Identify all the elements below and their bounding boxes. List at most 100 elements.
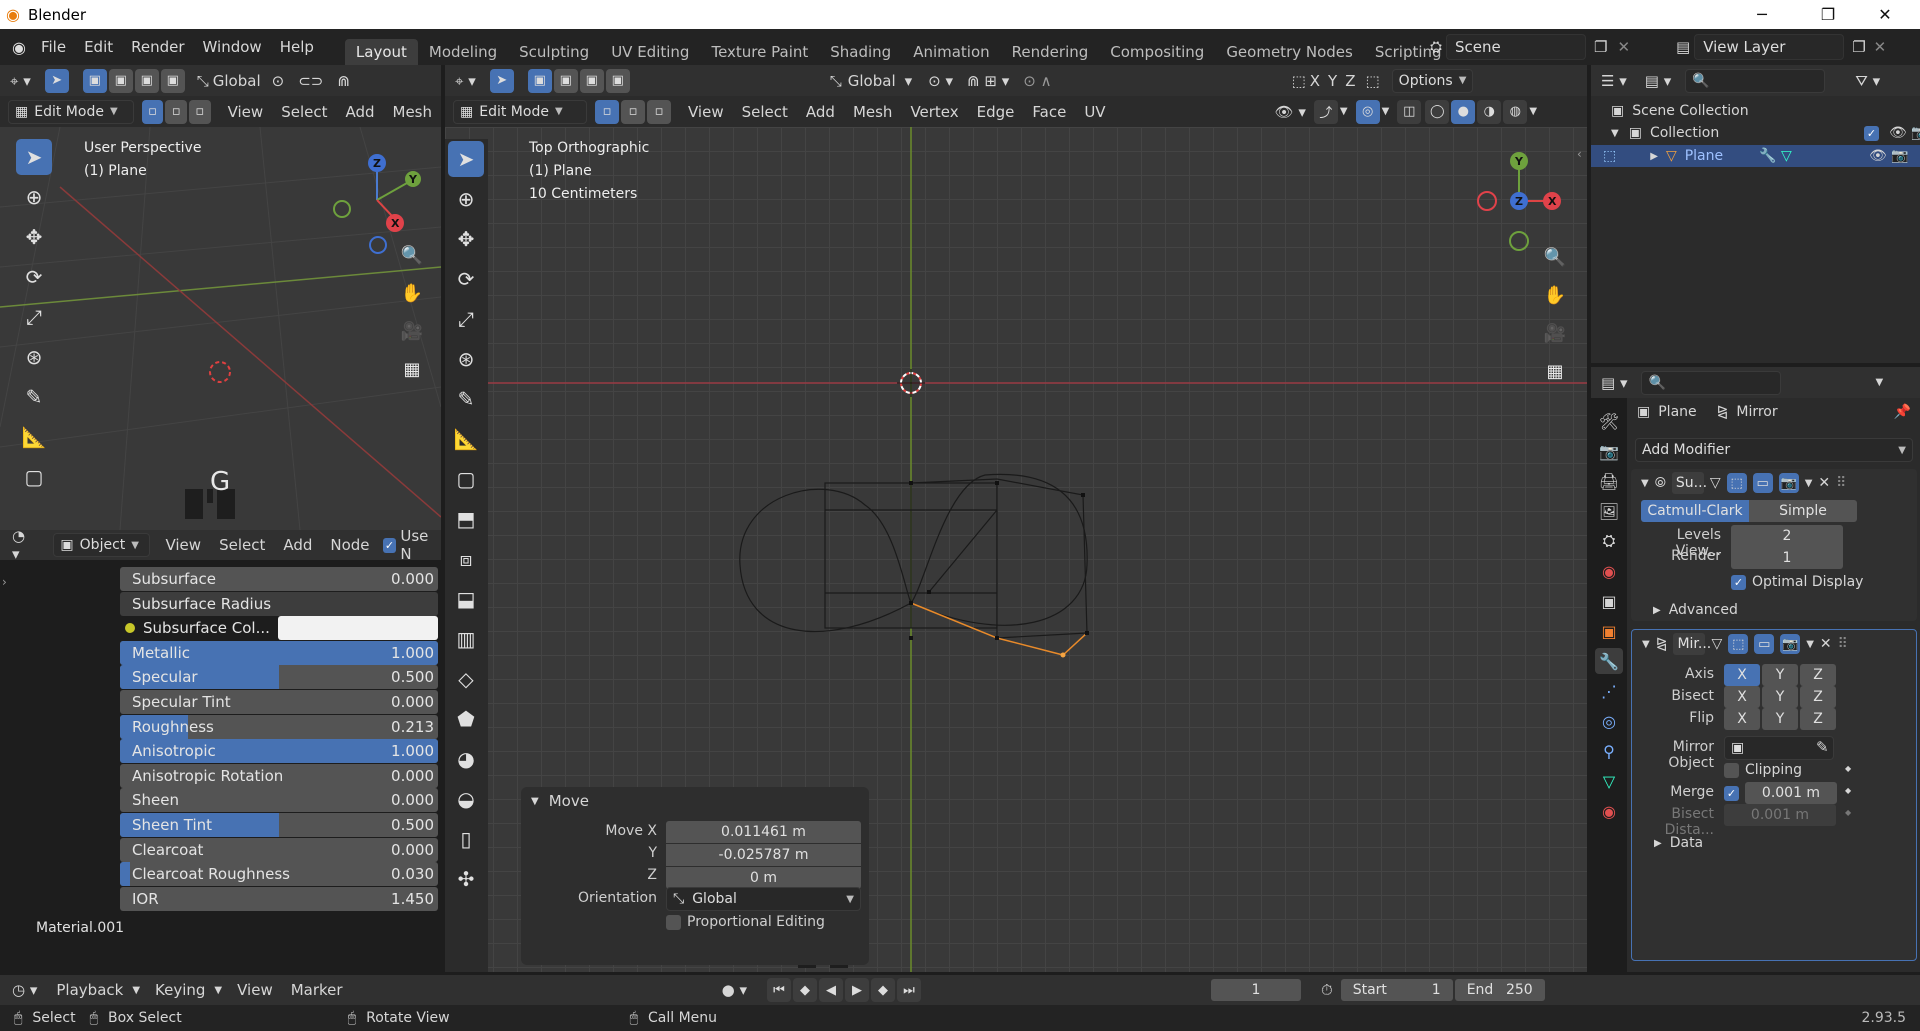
subsurf-render-icon[interactable]: 📷 bbox=[1778, 473, 1799, 493]
left-tool-scale[interactable]: ⤢ bbox=[16, 299, 52, 335]
mirror-menu-icon[interactable]: ▼ bbox=[1806, 639, 1814, 650]
left-grid-icon[interactable]: ▦ bbox=[396, 353, 428, 385]
move-z-field[interactable]: 0 m bbox=[666, 867, 861, 889]
flip-z-button[interactable]: Z bbox=[1800, 708, 1836, 730]
use-nodes-checkbox[interactable]: ✓ bbox=[382, 537, 397, 553]
tool-inset[interactable]: ⧈ bbox=[448, 541, 484, 577]
collection-row[interactable]: ▼ ▣ Collection ✓ 👁 📷 bbox=[1611, 122, 1920, 144]
properties-type-icon[interactable]: ▤ ▾ bbox=[1601, 374, 1627, 392]
left-tool-move[interactable]: ✥ bbox=[16, 219, 52, 255]
clipping-checkbox[interactable] bbox=[1724, 762, 1739, 778]
modifier-tab-icon[interactable]: 🔧 bbox=[1595, 648, 1623, 674]
main-grid-toggle-icon[interactable]: ▦ bbox=[1539, 355, 1571, 387]
mirror-viewport-icon[interactable]: ▭ bbox=[1754, 634, 1775, 654]
node-input-subsurface[interactable]: Subsurface 0.000 bbox=[120, 567, 438, 591]
left-3d-viewport[interactable]: ⌖ ▾ ➤ ▣ ▣ ▣ ▣ ⤡ Global ⊙ ⊂⊃ ⋒ ▦ Edit Mod… bbox=[0, 65, 441, 530]
tool-shrink-fatten[interactable]: ✣ bbox=[448, 861, 484, 897]
left-tool-annotate[interactable]: ✎ bbox=[16, 379, 52, 415]
viewlayer-field[interactable]: View Layer bbox=[1694, 34, 1845, 60]
tab-uv-editing[interactable]: UV Editing bbox=[600, 39, 700, 65]
subsurf-collapse-icon[interactable]: ▼ bbox=[1641, 478, 1649, 489]
move-y-field[interactable]: -0.025787 m bbox=[666, 844, 861, 866]
flip-x-button[interactable]: X bbox=[1724, 708, 1760, 730]
left-tool-transform[interactable]: ⊛ bbox=[16, 339, 52, 375]
main-zoom-icon[interactable]: 🔍 bbox=[1539, 241, 1571, 273]
close-button[interactable]: ✕ bbox=[1862, 0, 1908, 29]
left-tool-select[interactable]: ➤ bbox=[16, 139, 52, 175]
collection-render-icon[interactable]: 📷 bbox=[1911, 125, 1920, 141]
tab-rendering[interactable]: Rendering bbox=[1001, 39, 1100, 65]
node-menu-add[interactable]: Add bbox=[274, 536, 321, 554]
play-icon[interactable]: ▶ bbox=[844, 978, 869, 1002]
subsurf-header[interactable]: ▼ ⦾ Su... ▽ ⬚ ▭ 📷 ▼ ✕ ⠿ bbox=[1631, 469, 1917, 497]
timeline-menu-keying[interactable]: Keying bbox=[146, 981, 214, 999]
merge-distance-field[interactable]: 0.001 m bbox=[1745, 782, 1837, 804]
world-tab-icon[interactable]: ◉ bbox=[1595, 558, 1623, 584]
subsurf-editmode-icon[interactable]: ⬚ bbox=[1726, 473, 1747, 493]
input-socket[interactable] bbox=[125, 623, 135, 634]
playback-dropdown-icon[interactable]: ▼ bbox=[132, 985, 140, 996]
tool-loop-cut[interactable]: ▥ bbox=[448, 621, 484, 657]
node-input-anisotropic[interactable]: Anisotropic 1.000 bbox=[120, 739, 438, 764]
properties-options-icon[interactable]: ▼ bbox=[1875, 377, 1883, 388]
left-mode-dropdown[interactable]: ▦ Edit Mode ▼ bbox=[8, 99, 134, 124]
bisect-x-button[interactable]: X bbox=[1724, 686, 1760, 708]
tool-select-box[interactable]: ➤ bbox=[448, 141, 484, 177]
main-sidebar-arrow[interactable]: ‹ bbox=[1577, 147, 1582, 161]
record-icon[interactable]: ● ▾ bbox=[722, 981, 747, 999]
levels-viewport-field[interactable]: 2 bbox=[1731, 525, 1843, 547]
tab-animation[interactable]: Animation bbox=[902, 39, 1000, 65]
face-select-icon[interactable]: ▫ bbox=[188, 99, 211, 124]
mirror-editmode-cage-icon[interactable]: ▽ bbox=[1711, 636, 1722, 652]
timeline-menu-view[interactable]: View bbox=[228, 981, 282, 999]
tab-compositing[interactable]: Compositing bbox=[1099, 39, 1215, 65]
tab-texture-paint[interactable]: Texture Paint bbox=[700, 39, 819, 65]
node-input-metallic[interactable]: Metallic 1.000 bbox=[120, 640, 438, 665]
collection-expand-icon[interactable]: ▼ bbox=[1611, 128, 1619, 139]
select-intersect-icon[interactable]: ▣ bbox=[160, 68, 185, 93]
maximize-button[interactable]: ❐ bbox=[1805, 0, 1851, 29]
material-tab-icon[interactable]: ◉ bbox=[1595, 798, 1623, 824]
select-new-icon[interactable]: ▣ bbox=[82, 68, 107, 93]
scene-tab-icon[interactable]: ⛭ bbox=[1595, 528, 1623, 554]
snap-icon[interactable]: ⊂⊃ bbox=[298, 72, 323, 90]
mesh-data-icon[interactable]: ▽ bbox=[1781, 148, 1792, 164]
select-subtract-icon[interactable]: ▣ bbox=[134, 68, 159, 93]
select-extend-icon[interactable]: ▣ bbox=[108, 68, 133, 93]
mirror-drag-icon[interactable]: ⠿ bbox=[1838, 636, 1848, 652]
node-editor[interactable]: ◔ ▾ ▣ Object ▼ View Select Add Node ✓ Use… bbox=[0, 527, 441, 972]
merge-keyframe-icon[interactable]: ◆ bbox=[1845, 786, 1851, 795]
optimal-display-checkbox[interactable]: ✓ bbox=[1731, 574, 1746, 590]
menu-file[interactable]: File bbox=[32, 38, 75, 56]
tab-sculpting[interactable]: Sculpting bbox=[508, 39, 600, 65]
proportional-editing-row[interactable]: Proportional Editing bbox=[666, 914, 825, 930]
render-tab-icon[interactable]: 📷 bbox=[1595, 438, 1623, 464]
left-tool-add-cube[interactable]: ▢ bbox=[16, 459, 52, 495]
node-input-sheen-tint[interactable]: Sheen Tint 0.500 bbox=[120, 813, 438, 837]
select-mode-icon[interactable]: ➤ bbox=[44, 68, 69, 93]
tab-geometry-nodes[interactable]: Geometry Nodes bbox=[1215, 39, 1364, 65]
left-menu-view[interactable]: View bbox=[219, 103, 273, 121]
view-layer-tab-icon[interactable]: 🖼 bbox=[1595, 498, 1623, 524]
node-input-clearcoat-roughness[interactable]: Clearcoat Roughness 0.030 bbox=[120, 862, 438, 887]
plane-render-icon[interactable]: 📷 bbox=[1891, 148, 1908, 164]
bisect-y-button[interactable]: Y bbox=[1762, 686, 1798, 708]
remove-scene-icon[interactable]: ✕ bbox=[1617, 38, 1630, 56]
object-tab-icon[interactable]: ▣ bbox=[1595, 618, 1623, 644]
proportional-editing-checkbox[interactable] bbox=[666, 914, 681, 930]
scene-field[interactable]: Scene bbox=[1446, 34, 1587, 60]
main-pan-icon[interactable]: ✋ bbox=[1539, 279, 1571, 311]
subsurf-viewport-icon[interactable]: ▭ bbox=[1752, 473, 1773, 493]
jump-end-icon[interactable]: ⏭ bbox=[896, 978, 921, 1002]
display-mode-icon[interactable]: ▤ ▾ bbox=[1645, 72, 1671, 90]
prev-keyframe-icon[interactable]: ◆ bbox=[792, 978, 817, 1002]
data-tab-icon[interactable]: ▽ bbox=[1595, 768, 1623, 794]
menu-render[interactable]: Render bbox=[122, 38, 193, 56]
node-menu-select[interactable]: Select bbox=[210, 536, 274, 554]
pin-icon[interactable]: 📌 bbox=[1894, 404, 1911, 420]
constraints-tab-icon[interactable]: ⚲ bbox=[1595, 738, 1623, 764]
optimal-display-row[interactable]: ✓ Optimal Display bbox=[1731, 574, 1863, 590]
properties-editor[interactable]: ▤ ▾ 🔍 ▼ 🛠 📷 🖨 🖼 ⛭ ◉ ▣ ▣ 🔧 ⋰ ◎ ⚲ ▽ ◉ ▣ Pl… bbox=[1591, 367, 1920, 972]
move-x-field[interactable]: 0.011461 m bbox=[666, 821, 861, 843]
tool-knife[interactable]: ◇ bbox=[448, 661, 484, 697]
